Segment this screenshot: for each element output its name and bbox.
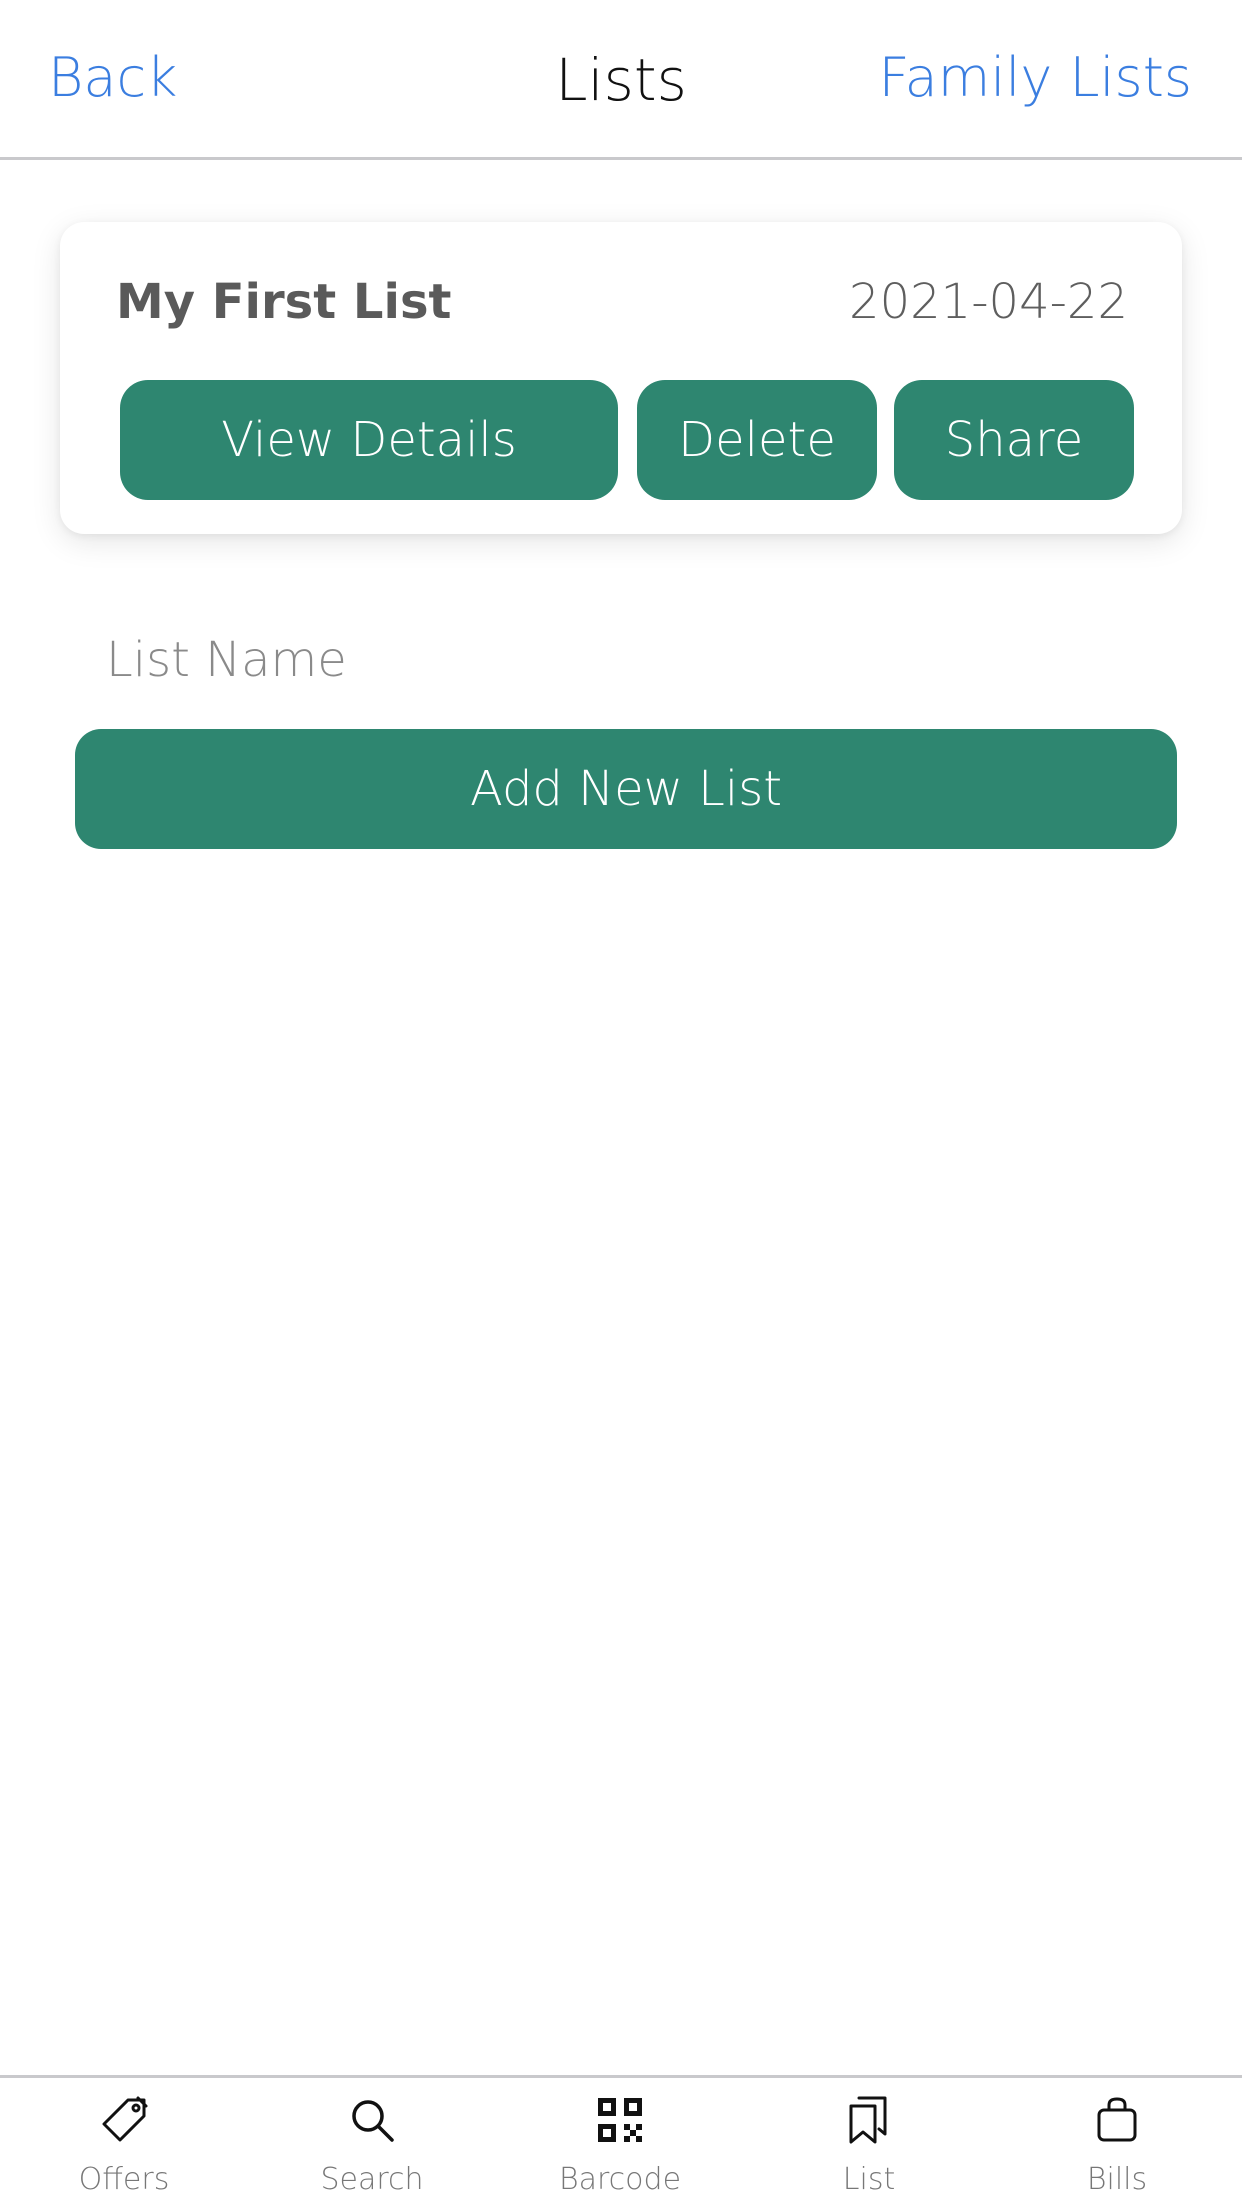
qr-code-icon bbox=[598, 2098, 642, 2142]
tab-search-label: Search bbox=[320, 2162, 424, 2197]
tab-offers-label: Offers bbox=[78, 2162, 170, 2197]
tab-bar: Offers Search Barcode List Bills bbox=[0, 2075, 1242, 2208]
app-screen: Back Lists Family Lists My First List 20… bbox=[0, 0, 1242, 2208]
tab-barcode[interactable]: Barcode bbox=[496, 2078, 744, 2208]
tab-search[interactable]: Search bbox=[248, 2078, 496, 2208]
tag-icon bbox=[102, 2096, 148, 2142]
tab-barcode-label: Barcode bbox=[558, 2162, 682, 2197]
list-name-input[interactable] bbox=[90, 620, 1150, 700]
tab-bills[interactable]: Bills bbox=[993, 2078, 1241, 2208]
tab-list-label: List bbox=[842, 2162, 896, 2197]
tab-offers[interactable]: Offers bbox=[0, 2078, 248, 2208]
view-details-button[interactable]: View Details bbox=[120, 380, 618, 500]
list-card: My First List 2021-04-22 View Details De… bbox=[60, 222, 1182, 534]
list-date: 2021-04-22 bbox=[849, 274, 1128, 330]
shopping-bag-icon bbox=[1097, 2097, 1137, 2142]
search-icon bbox=[352, 2100, 394, 2142]
tab-bills-label: Bills bbox=[1086, 2162, 1148, 2197]
navigation-bar: Back Lists Family Lists bbox=[0, 0, 1242, 160]
family-lists-button[interactable]: Family Lists bbox=[879, 46, 1192, 109]
list-name: My First List bbox=[116, 274, 452, 330]
add-new-list-button[interactable]: Add New List bbox=[75, 729, 1177, 849]
bookmarks-icon bbox=[849, 2096, 887, 2144]
tab-list[interactable]: List bbox=[745, 2078, 993, 2208]
delete-button[interactable]: Delete bbox=[637, 380, 877, 500]
share-button[interactable]: Share bbox=[894, 380, 1134, 500]
